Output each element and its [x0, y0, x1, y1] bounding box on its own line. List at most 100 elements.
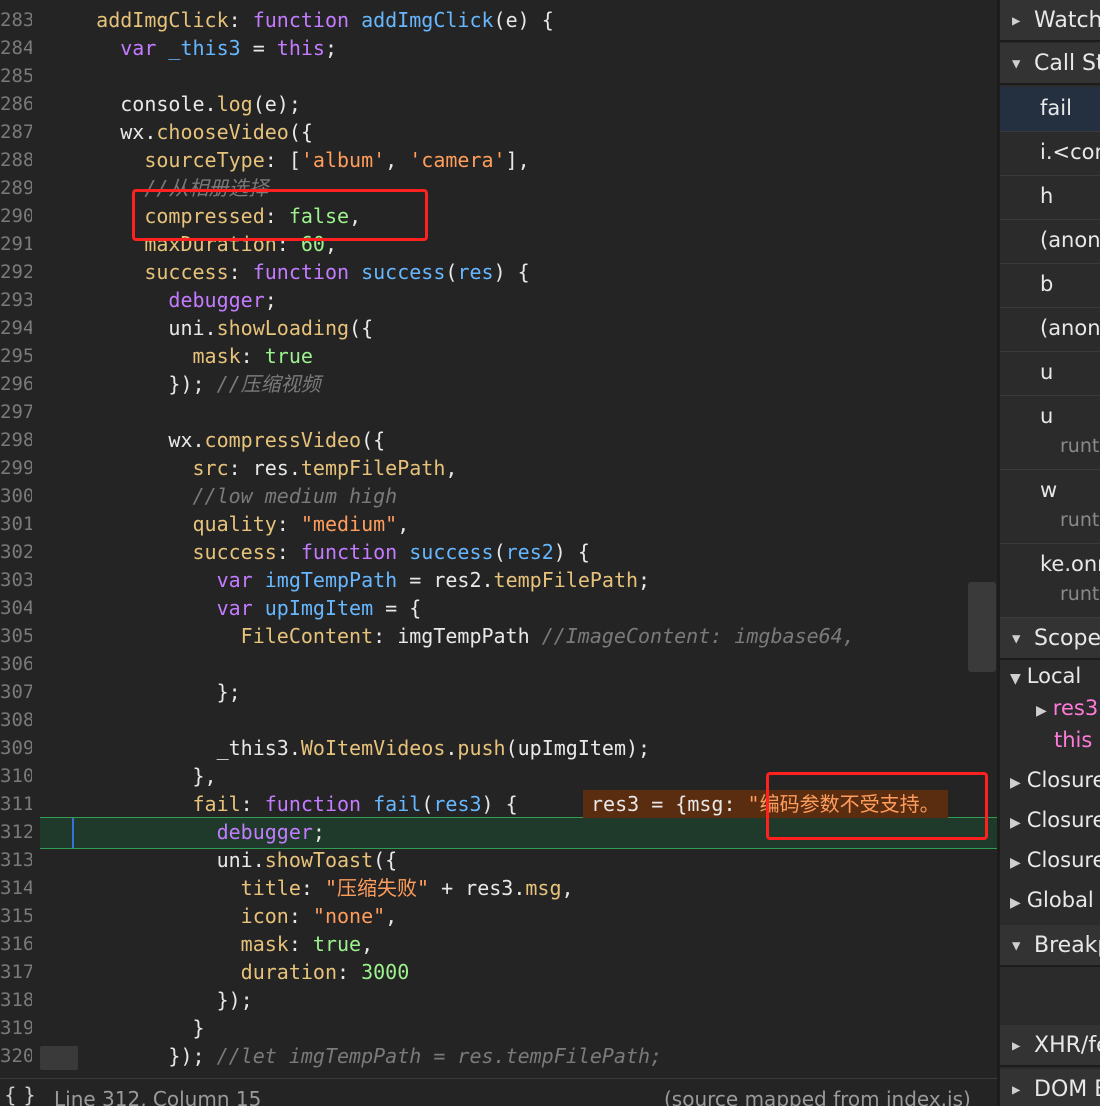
debugger-sidebar: ▶ Watch ▼ Call Stack fail i.<computed> h (a…: [997, 0, 1100, 1106]
code-token: true: [312, 932, 362, 956]
call-frame[interactable]: ke.onmessage runtime: [1000, 543, 1100, 618]
line-number[interactable]: 284: [0, 34, 32, 62]
vertical-scrollbar[interactable]: [968, 582, 996, 672]
line-number[interactable]: 310: [0, 762, 32, 790]
line-number[interactable]: 306: [0, 650, 32, 678]
breakpoints-section-header[interactable]: ▼ Breakpoints: [1000, 925, 1100, 967]
line-number[interactable]: 316: [0, 930, 32, 958]
line-number[interactable]: 319: [0, 1014, 32, 1042]
expand-right-icon: ▶: [1010, 815, 1021, 831]
code-line: duration: 3000: [48, 958, 410, 986]
watch-section-header[interactable]: ▶ Watch: [1000, 0, 1100, 42]
line-number[interactable]: 300: [0, 482, 32, 510]
code-token: success: [192, 540, 277, 564]
code-token: showToast: [264, 848, 374, 872]
line-number[interactable]: 294: [0, 314, 32, 342]
line-number[interactable]: 307: [0, 678, 32, 706]
code-token: var: [216, 596, 265, 620]
code-token: wx.: [48, 428, 205, 452]
code-token: mask: [192, 344, 241, 368]
xhr-breakpoints-section-header[interactable]: ▶ XHR/fetch Breakpoints: [1000, 1025, 1100, 1067]
code-token: this: [276, 36, 325, 60]
scope-section-header[interactable]: ▼ Scope: [1000, 618, 1100, 660]
code-token: function: [252, 8, 362, 32]
code-token: (: [421, 792, 434, 816]
line-number[interactable]: 314: [0, 874, 32, 902]
line-number[interactable]: 313: [0, 846, 32, 874]
line-number[interactable]: 318: [0, 986, 32, 1014]
pretty-print-icon[interactable]: { }: [4, 1083, 36, 1106]
call-frame[interactable]: i.<computed>: [1000, 131, 1100, 176]
call-frame-source[interactable]: runtime: [1060, 583, 1100, 605]
line-number[interactable]: 304: [0, 594, 32, 622]
line-number[interactable]: 301: [0, 510, 32, 538]
call-frame[interactable]: h: [1000, 175, 1100, 220]
scope-closure[interactable]: ▶ Closure: [1010, 848, 1100, 872]
code-token: ({: [373, 848, 398, 872]
line-number[interactable]: 312: [0, 818, 32, 846]
call-frame[interactable]: u runtime: [1000, 395, 1100, 470]
line-number[interactable]: 298: [0, 426, 32, 454]
dom-breakpoints-section-header[interactable]: ▶ DOM Breakpoints: [1000, 1069, 1100, 1106]
line-number[interactable]: 309: [0, 734, 32, 762]
line-number[interactable]: 302: [0, 538, 32, 566]
line-number[interactable]: 320: [0, 1042, 32, 1070]
call-frame-source[interactable]: runtime: [1060, 435, 1100, 457]
line-number[interactable]: 286: [0, 90, 32, 118]
call-frame[interactable]: u: [1000, 351, 1100, 396]
code-token: =: [240, 36, 277, 60]
code-token: "medium": [300, 512, 398, 536]
scope-var-this[interactable]: this: [1054, 728, 1092, 752]
line-number[interactable]: 303: [0, 566, 32, 594]
code-token: :: [276, 512, 301, 536]
line-number[interactable]: 296: [0, 370, 32, 398]
call-frame-source[interactable]: runtime: [1060, 509, 1100, 531]
scope-closure[interactable]: ▶ Closure: [1010, 808, 1100, 832]
code-line: }); //let imgTempPath = res.tempFilePath…: [48, 1042, 662, 1070]
call-stack-section-header[interactable]: ▼ Call Stack: [1000, 43, 1100, 85]
call-stack-label: Call Stack: [1034, 51, 1100, 76]
line-number[interactable]: 315: [0, 902, 32, 930]
line-number-gutter[interactable]: 283 284 285 286 287 288 289 290 291 292 293 294 295 2…: [0, 0, 40, 1080]
code-line: var upImgItem = {: [48, 594, 422, 622]
source-map-info[interactable]: (source mapped from index.js): [664, 1087, 971, 1106]
line-number[interactable]: 291: [0, 230, 32, 258]
line-number[interactable]: 308: [0, 706, 32, 734]
line-number[interactable]: 293: [0, 286, 32, 314]
call-frame[interactable]: (anonymous): [1000, 307, 1100, 352]
code-token: ({: [349, 316, 374, 340]
call-frame[interactable]: wruntime: [1000, 469, 1100, 544]
collapse-down-icon: ▼: [1012, 938, 1021, 954]
line-number[interactable]: 292: [0, 258, 32, 286]
line-number[interactable]: 299: [0, 454, 32, 482]
code-token: = {: [373, 596, 422, 620]
line-number[interactable]: 285: [0, 62, 32, 90]
line-number[interactable]: 311: [0, 790, 32, 818]
code-editor[interactable]: 283 284 285 286 287 288 289 290 291 292 293 294 295 2…: [0, 0, 997, 1106]
annotation-box-error-msg: [766, 772, 988, 840]
horizontal-scrollbar[interactable]: [40, 1046, 78, 1070]
scope-closure[interactable]: ▶ Closure: [1010, 768, 1100, 792]
code-token: function: [300, 540, 410, 564]
line-number[interactable]: 305: [0, 622, 32, 650]
line-number[interactable]: 295: [0, 342, 32, 370]
call-frame[interactable]: b: [1000, 263, 1100, 308]
line-number[interactable]: 283: [0, 6, 32, 34]
line-number[interactable]: 297: [0, 398, 32, 426]
code-lines[interactable]: addImgClick: function addImgClick(e) { v…: [48, 0, 968, 1080]
line-number[interactable]: 288: [0, 146, 32, 174]
call-frame[interactable]: (anonymous): [1000, 219, 1100, 264]
cursor-position: Line 312, Column 15: [54, 1087, 262, 1106]
scope-label: Scope: [1034, 626, 1100, 651]
scope-var-res3[interactable]: ▶ res3: [1036, 696, 1098, 720]
scope-local[interactable]: ▼ Local: [1010, 664, 1081, 688]
line-number[interactable]: 317: [0, 958, 32, 986]
line-number[interactable]: 289: [0, 174, 32, 202]
scope-closure[interactable]: ▶ Global: [1010, 888, 1094, 912]
line-number[interactable]: 287: [0, 118, 32, 146]
line-number[interactable]: 290: [0, 202, 32, 230]
scope-var-res3-label: res3: [1052, 696, 1099, 720]
